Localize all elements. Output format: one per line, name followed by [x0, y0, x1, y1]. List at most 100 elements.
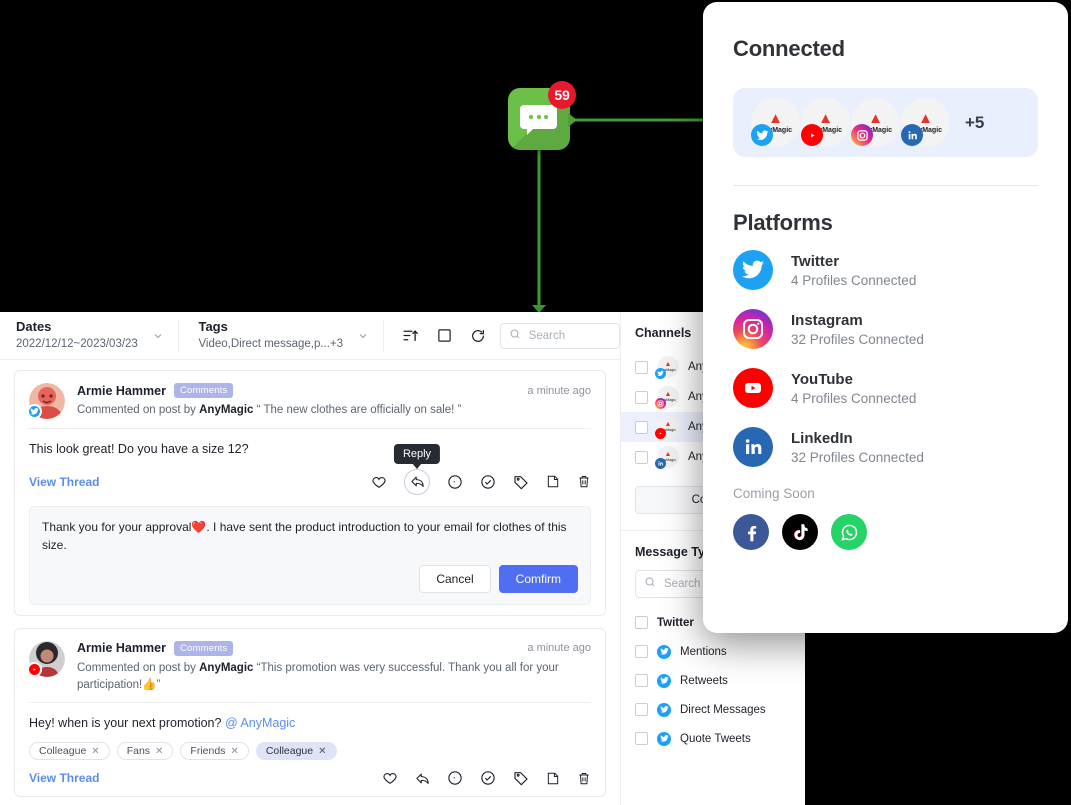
- note-icon[interactable]: [546, 474, 560, 489]
- timestamp: a minute ago: [527, 384, 591, 397]
- platform-profiles-count: 32 Profiles Connected: [791, 331, 924, 347]
- message-type-label: Retweets: [680, 674, 728, 687]
- platform-name: Instagram: [791, 311, 863, 329]
- twitter-icon: [657, 702, 671, 717]
- close-icon[interactable]: ✕: [91, 746, 99, 757]
- tags-filter[interactable]: Tags Video,Direct message,p...+3: [182, 312, 379, 359]
- divider: [383, 319, 384, 352]
- tag-icon[interactable]: [513, 770, 529, 786]
- channel-checkbox[interactable]: [635, 360, 648, 374]
- messenger-icon[interactable]: [447, 770, 463, 786]
- connected-avatar[interactable]: ▲ AnyMagic: [801, 98, 850, 147]
- context-quote: “ The new clothes are officially on sale…: [256, 404, 462, 416]
- connected-more-count[interactable]: +5: [965, 113, 984, 133]
- dates-filter[interactable]: Dates 2022/12/12~2023/03/23: [0, 312, 174, 359]
- divider: [29, 702, 591, 704]
- platforms-panel: Connected ▲ AnyMagic ▲ AnyMagic ▲ AnyMagic …: [703, 2, 1068, 633]
- reply-icon[interactable]: Reply: [393, 443, 441, 495]
- search-input[interactable]: [526, 328, 611, 343]
- cancel-button[interactable]: Cancel: [419, 564, 491, 593]
- connected-avatar[interactable]: ▲ AnyMagic: [851, 98, 900, 147]
- channel-checkbox[interactable]: [635, 450, 648, 464]
- comment-context: Commented on post by AnyMagic “This prom…: [77, 660, 591, 693]
- coming-soon-list: [733, 514, 1038, 550]
- trash-icon[interactable]: [577, 771, 591, 786]
- select-all-square-icon[interactable]: [437, 328, 452, 343]
- close-icon[interactable]: ✕: [230, 746, 238, 757]
- coming-soon-title: Coming Soon: [733, 486, 815, 501]
- status-badge: Comments: [173, 383, 234, 398]
- connected-avatar[interactable]: ▲ AnyMagic: [901, 98, 950, 147]
- platform-row-instagram[interactable]: Instagram 32 Profiles Connected: [733, 309, 1038, 349]
- platform-row-youtube[interactable]: YouTube 4 Profiles Connected: [733, 368, 1038, 408]
- youtube-icon: [655, 428, 666, 439]
- check-circle-icon[interactable]: [480, 474, 496, 490]
- avatar: [27, 383, 65, 419]
- view-thread-link[interactable]: View Thread: [29, 475, 99, 489]
- check-circle-icon[interactable]: [480, 770, 496, 786]
- message-type-label: Twitter: [657, 616, 694, 629]
- facebook-icon[interactable]: [733, 514, 769, 550]
- tags-filter-label: Tags: [198, 319, 228, 335]
- tag-label: Colleague: [265, 745, 314, 758]
- platform-badge-twitter: [27, 404, 42, 419]
- message-type-checkbox[interactable]: [635, 645, 648, 658]
- confirm-button[interactable]: Comfirm: [498, 564, 578, 593]
- search-box[interactable]: [499, 322, 620, 349]
- mention-link[interactable]: @ AnyMagic: [225, 716, 295, 730]
- twitter-icon: [657, 644, 671, 659]
- platform-row-twitter[interactable]: Twitter 4 Profiles Connected: [733, 250, 1038, 290]
- tiktok-icon[interactable]: [782, 514, 818, 550]
- comment-card[interactable]: Armie Hammer Comments a minute ago Comme…: [14, 370, 606, 616]
- heart-icon[interactable]: [371, 474, 387, 490]
- tag-icon[interactable]: [513, 474, 529, 490]
- whatsapp-icon[interactable]: [831, 514, 867, 550]
- reply-composer[interactable]: Thank you for your approval❤️. I have se…: [29, 505, 591, 605]
- comment-author: Armie Hammer: [77, 383, 166, 398]
- heart-icon[interactable]: [382, 770, 398, 786]
- connected-title: Connected: [733, 36, 845, 61]
- message-type-checkbox[interactable]: [635, 732, 648, 745]
- platform-name: YouTube: [791, 370, 853, 388]
- refresh-icon[interactable]: [470, 328, 486, 344]
- close-icon[interactable]: ✕: [318, 746, 326, 757]
- message-type-row[interactable]: Retweets: [621, 666, 805, 695]
- chat-bubble-icon: [520, 105, 557, 135]
- divider: [733, 185, 1038, 186]
- chat-bubble-node: 59: [508, 81, 577, 154]
- tag-chip[interactable]: Friends ✕: [180, 742, 249, 761]
- message-type-checkbox[interactable]: [635, 703, 648, 716]
- search-icon: [644, 575, 656, 593]
- trash-icon[interactable]: [577, 474, 591, 489]
- comments-feed[interactable]: Armie Hammer Comments a minute ago Comme…: [0, 360, 620, 805]
- timestamp: a minute ago: [527, 642, 591, 655]
- platform-row-linkedin[interactable]: LinkedIn 32 Profiles Connected: [733, 427, 1038, 467]
- linkedin-icon: [733, 427, 773, 467]
- messenger-icon[interactable]: [447, 474, 463, 490]
- message-type-row[interactable]: Direct Messages: [621, 695, 805, 724]
- message-type-checkbox[interactable]: [635, 616, 648, 629]
- message-type-row[interactable]: Quote Tweets: [621, 724, 805, 753]
- twitter-icon: [733, 250, 773, 290]
- connected-avatar[interactable]: ▲ AnyMagic: [751, 98, 800, 147]
- sort-ascending-icon[interactable]: [402, 327, 419, 344]
- tag-chip-selected[interactable]: Colleague ✕: [255, 742, 337, 761]
- message-type-row[interactable]: Mentions: [621, 637, 805, 666]
- tag-label: Fans: [126, 745, 151, 758]
- note-icon[interactable]: [546, 771, 560, 786]
- message-type-checkbox[interactable]: [635, 674, 648, 687]
- search-icon: [509, 327, 521, 345]
- reply-icon[interactable]: [415, 771, 430, 786]
- chevron-down-icon: [152, 330, 164, 342]
- comment-body: This look great! Do you have a size 12?: [29, 442, 249, 456]
- tag-chip[interactable]: Colleague ✕: [29, 742, 110, 761]
- channel-checkbox[interactable]: [635, 390, 648, 404]
- twitter-icon: [657, 673, 671, 688]
- context-author: AnyMagic: [199, 661, 254, 674]
- reply-text[interactable]: Thank you for your approval❤️. I have se…: [42, 518, 578, 555]
- close-icon[interactable]: ✕: [155, 746, 163, 757]
- view-thread-link[interactable]: View Thread: [29, 771, 99, 785]
- channel-checkbox[interactable]: [635, 420, 648, 434]
- comment-card[interactable]: Armie Hammer Comments a minute ago Comme…: [14, 627, 606, 798]
- tag-chip[interactable]: Fans ✕: [116, 742, 174, 761]
